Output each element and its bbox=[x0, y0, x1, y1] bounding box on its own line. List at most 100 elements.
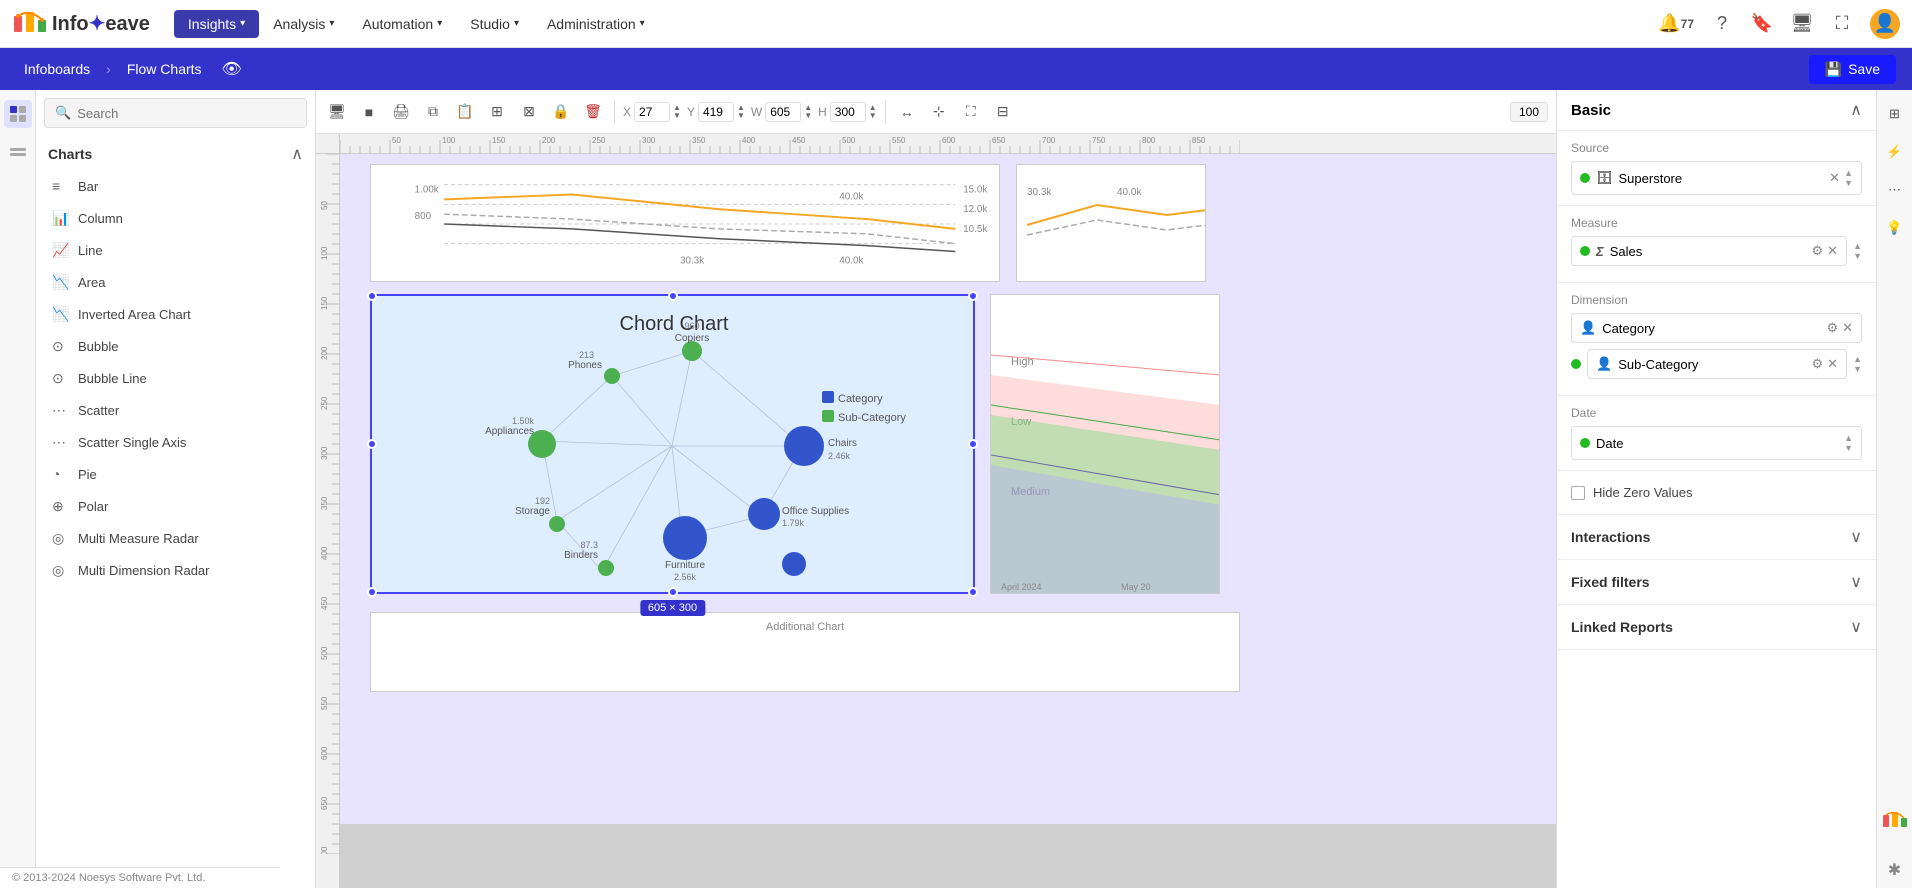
interactions-row[interactable]: Interactions ∨ bbox=[1557, 515, 1876, 560]
w-arrows[interactable]: ▲▼ bbox=[804, 104, 812, 120]
eye-icon[interactable]: 👁 bbox=[222, 59, 242, 79]
main-canvas[interactable]: 1.00k 800 bbox=[340, 154, 1556, 888]
chart-item-inverted-area[interactable]: 📉 Inverted Area Chart bbox=[44, 298, 307, 330]
rp-collapse-icon[interactable]: ∧ bbox=[1850, 100, 1862, 120]
copy-icon[interactable]: ⧉ bbox=[420, 99, 446, 125]
measure-arrows[interactable]: ▲▼ bbox=[1853, 241, 1862, 261]
date-field[interactable]: Date ▲▼ bbox=[1571, 426, 1862, 460]
grid-icon[interactable]: ⊟ bbox=[990, 99, 1016, 125]
chart-item-bubble-line[interactable]: ⊙ Bubble Line bbox=[44, 362, 307, 394]
save-button[interactable]: 💾 Save bbox=[1809, 55, 1896, 84]
chart-item-polar[interactable]: ⊕ Polar bbox=[44, 490, 307, 522]
resize-handle-ml[interactable] bbox=[367, 439, 377, 449]
chart-item-scatter-single[interactable]: ⋯ Scatter Single Axis bbox=[44, 426, 307, 458]
hide-zero-row[interactable]: Hide Zero Values bbox=[1571, 481, 1862, 504]
resize-handle-bc[interactable] bbox=[668, 587, 678, 597]
subcategory-arrows[interactable]: ▲▼ bbox=[1853, 354, 1862, 374]
zoom-value[interactable]: 100 bbox=[1510, 102, 1548, 122]
charts-section-header[interactable]: Charts ∧ bbox=[44, 138, 307, 170]
bookmark-icon[interactable]: 🔖 bbox=[1750, 12, 1774, 36]
measure-label: Measure bbox=[1571, 216, 1862, 230]
y-arrows[interactable]: ▲▼ bbox=[737, 104, 745, 120]
fullscreen-icon[interactable]: ⛶ bbox=[958, 99, 984, 125]
duplicate-icon[interactable]: ⊞ bbox=[484, 99, 510, 125]
search-box[interactable]: 🔍 bbox=[44, 98, 307, 128]
h-input[interactable] bbox=[830, 102, 866, 122]
chart-item-bubble[interactable]: ⊙ Bubble bbox=[44, 330, 307, 362]
bottom-chart-element[interactable]: Additional Chart bbox=[370, 612, 1240, 692]
dim-category-clear[interactable]: ✕ bbox=[1842, 320, 1853, 336]
nav-insights[interactable]: Insights ▾ bbox=[174, 10, 259, 38]
area-chart-element[interactable]: High Low Medium April 2024 bbox=[990, 294, 1220, 594]
resize-handle-br[interactable] bbox=[968, 587, 978, 597]
right-sidebar-icon-2[interactable]: ⚡ bbox=[1881, 138, 1909, 166]
monitor-toolbar-icon[interactable]: 🖥 bbox=[324, 99, 350, 125]
lock-icon[interactable]: 🔒 bbox=[548, 99, 574, 125]
dimension-item-subcategory[interactable]: 👤 Sub-Category ⚙ ✕ bbox=[1587, 349, 1847, 379]
hide-zero-checkbox[interactable] bbox=[1571, 486, 1585, 500]
right-sidebar-asterisk[interactable]: ✱ bbox=[1888, 860, 1901, 880]
nav-automation[interactable]: Automation ▾ bbox=[348, 10, 456, 38]
dim-subcategory-clear[interactable]: ✕ bbox=[1827, 356, 1838, 372]
notification-bell[interactable]: 🔔 77 bbox=[1658, 13, 1694, 34]
link-icon[interactable]: ↔ bbox=[894, 99, 920, 125]
nav-analysis[interactable]: Analysis ▾ bbox=[259, 10, 348, 38]
align-icon[interactable]: ⊹ bbox=[926, 99, 952, 125]
date-arrows[interactable]: ▲▼ bbox=[1844, 433, 1853, 453]
delete-icon[interactable]: 🗑 bbox=[580, 99, 606, 125]
right-sidebar-icon-4[interactable]: 💡 bbox=[1881, 214, 1909, 242]
chart-item-bar[interactable]: ≡ Bar bbox=[44, 170, 307, 202]
measure-field[interactable]: Σ Sales ⚙ ✕ bbox=[1571, 236, 1847, 266]
x-arrows[interactable]: ▲▼ bbox=[673, 104, 681, 120]
chart-item-area[interactable]: 📉 Area bbox=[44, 266, 307, 298]
resize-handle-bl[interactable] bbox=[367, 587, 377, 597]
help-icon[interactable]: ? bbox=[1710, 12, 1734, 36]
layers-icon[interactable] bbox=[4, 138, 32, 166]
source-clear-icon[interactable]: ✕ bbox=[1829, 170, 1840, 186]
chart-item-pie[interactable]: ◔ Pie bbox=[44, 458, 307, 490]
resize-handle-tr[interactable] bbox=[968, 291, 978, 301]
linked-reports-row[interactable]: Linked Reports ∨ bbox=[1557, 605, 1876, 650]
y-input[interactable] bbox=[698, 102, 734, 122]
resize-handle-tc[interactable] bbox=[668, 291, 678, 301]
resize-handle-tl[interactable] bbox=[367, 291, 377, 301]
right-sidebar-icon-1[interactable]: ⊞ bbox=[1881, 100, 1909, 128]
measure-gear-icon[interactable]: ⚙ bbox=[1812, 243, 1824, 259]
breadcrumb-infoboards[interactable]: Infoboards bbox=[16, 57, 98, 81]
right-sidebar: ⊞ ⚡ ⋯ 💡 ✱ bbox=[1876, 90, 1912, 888]
chart-item-multi-dimension-radar[interactable]: ◎ Multi Dimension Radar bbox=[44, 554, 307, 586]
shapes-icon[interactable] bbox=[4, 100, 32, 128]
source-arrows[interactable]: ▲▼ bbox=[1844, 168, 1853, 188]
right-line-chart[interactable]: 30.3k 40.0k bbox=[1016, 164, 1206, 282]
dim-category-gear[interactable]: ⚙ bbox=[1826, 320, 1838, 336]
chart-item-column[interactable]: 📊 Column bbox=[44, 202, 307, 234]
nav-studio[interactable]: Studio ▾ bbox=[456, 10, 533, 38]
date-label: Date bbox=[1571, 406, 1862, 420]
resize-handle-mr[interactable] bbox=[968, 439, 978, 449]
breadcrumb-current[interactable]: Flow Charts bbox=[119, 57, 210, 81]
square-toolbar-icon[interactable]: ■ bbox=[356, 99, 382, 125]
chart-item-scatter[interactable]: ⋯ Scatter bbox=[44, 394, 307, 426]
logo[interactable]: Info✦eave bbox=[12, 6, 150, 42]
search-input[interactable] bbox=[77, 106, 296, 121]
dim-subcategory-gear[interactable]: ⚙ bbox=[1812, 356, 1824, 372]
nav-administration[interactable]: Administration ▾ bbox=[533, 10, 659, 38]
paste-icon[interactable]: 📋 bbox=[452, 99, 478, 125]
fixed-filters-row[interactable]: Fixed filters ∨ bbox=[1557, 560, 1876, 605]
chart-item-multi-measure-radar[interactable]: ◎ Multi Measure Radar bbox=[44, 522, 307, 554]
user-icon[interactable]: 👤 bbox=[1870, 9, 1900, 39]
dimension-item-category[interactable]: 👤 Category ⚙ ✕ bbox=[1571, 313, 1862, 343]
w-input[interactable] bbox=[765, 102, 801, 122]
x-input[interactable] bbox=[634, 102, 670, 122]
print-icon[interactable]: 🖨 bbox=[388, 99, 414, 125]
chord-chart-element[interactable]: 605 × 300 Chord Chart bbox=[370, 294, 975, 594]
monitor-icon[interactable]: 🖥 bbox=[1790, 12, 1814, 36]
chart-item-line[interactable]: 📈 Line bbox=[44, 234, 307, 266]
source-field[interactable]: 🗄 Superstore ✕ ▲▼ bbox=[1571, 161, 1862, 195]
move-icon[interactable]: ⊠ bbox=[516, 99, 542, 125]
measure-clear-icon[interactable]: ✕ bbox=[1827, 243, 1838, 259]
h-arrows[interactable]: ▲▼ bbox=[869, 104, 877, 120]
right-sidebar-icon-3[interactable]: ⋯ bbox=[1881, 176, 1909, 204]
expand-icon[interactable]: ⛶ bbox=[1830, 12, 1854, 36]
line-chart-element[interactable]: 1.00k 800 bbox=[370, 164, 1000, 282]
